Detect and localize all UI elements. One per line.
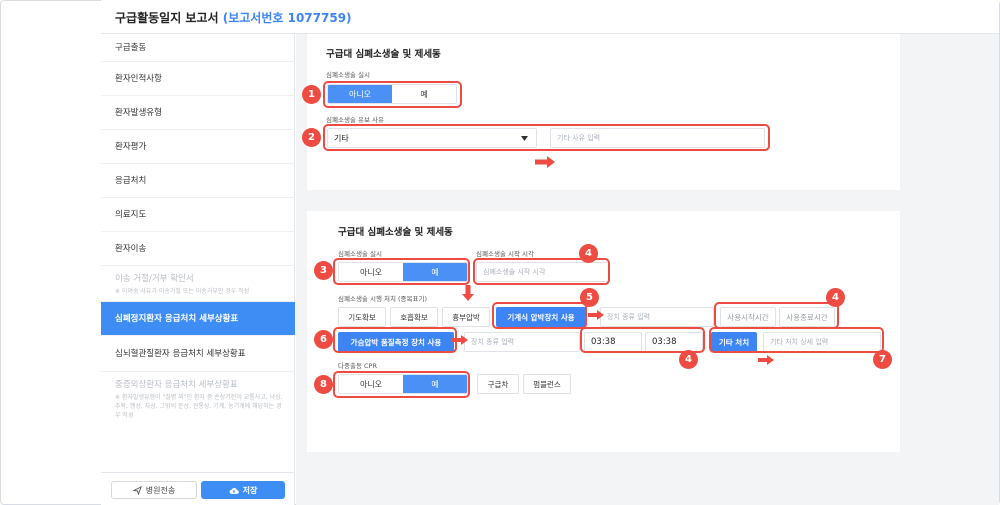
sidebar-item-trauma[interactable]: 중증외상환자 응급처치 세부상황표 ※ 환자발생유형이 "질병 외"인 환자 중…: [101, 372, 295, 436]
cpr-withhold-reason-label: 심폐소생술 유보 사유: [326, 116, 384, 124]
toggle-no[interactable]: 아니오: [328, 85, 392, 103]
withhold-reason-select[interactable]: 기타: [327, 128, 537, 148]
cpr-performed-toggle[interactable]: 아니오 예: [327, 84, 457, 104]
cpr-performed-label-2: 심폐소생술 실시: [338, 250, 382, 258]
section-title-2: 구급대 심폐소생술 및 제세동: [338, 227, 453, 238]
marker-badge: 3: [314, 261, 333, 280]
device-type-input[interactable]: 장치 종류 입력: [600, 307, 714, 327]
report-title: 구급활동일지 보고서: [115, 11, 219, 25]
sidebar-item-cardiac-arrest[interactable]: 심폐정지환자 응급처치 세부상황표: [101, 302, 295, 336]
save-label: 저장: [242, 485, 258, 495]
device-start-time-input[interactable]: 03:38: [584, 332, 642, 352]
mechanical-cpr-button[interactable]: 기계식 압박장치 사용: [496, 307, 586, 327]
chest-compression-button[interactable]: 흉부압박: [442, 307, 490, 327]
sidebar-item-dispatch[interactable]: 구급출동: [101, 34, 295, 62]
page-header: 구급활동일지 보고서 (보고서번호 1077759): [101, 0, 999, 34]
arrow-down-icon: [462, 285, 474, 301]
other-reason-input[interactable]: 기타 사유 입력: [550, 128, 765, 148]
arrow-right-icon: [452, 335, 468, 345]
marker-badge: 2: [302, 128, 321, 147]
sidebar: 구급출동 환자인적사항 환자발생유형 환자평가 응급처치 의료지도 환자이송 이…: [101, 34, 295, 505]
sidebar-item-label: 이송 거절/거부 확인서: [115, 274, 194, 284]
pumpulance-button[interactable]: 펌블런스: [523, 374, 571, 394]
marker-badge: 4: [826, 288, 845, 307]
sidebar-item-patient-info[interactable]: 환자인적사항: [101, 62, 295, 96]
cloud-upload-icon: [229, 487, 239, 494]
multi-dispatch-cpr-label: 다중출동 CPR: [338, 362, 377, 370]
sidebar-item-assessment[interactable]: 환자평가: [101, 130, 295, 164]
send-label: 병원전송: [145, 485, 176, 495]
sidebar-item-medical-direction[interactable]: 의료지도: [101, 198, 295, 232]
feedback-device-button[interactable]: 가슴압박 품질측정 장치 사용: [338, 332, 454, 352]
device-type-input-2[interactable]: 장치 종류 입력: [464, 332, 580, 352]
section-card-1: 구급대 심폐소생술 및 제세동 심폐소생술 실시 아니오 예 심폐소생술 유보 …: [307, 34, 900, 190]
send-icon: [132, 485, 142, 495]
other-treatment-detail-input[interactable]: 기타 처치 상세 입력: [763, 332, 881, 352]
sidebar-item-refusal[interactable]: 이송 거절/거부 확인서 ※ 이여송 사유가 이송거절 또는 이송거부인 경우 …: [101, 266, 295, 302]
toggle-yes[interactable]: 예: [392, 85, 456, 103]
section-title-1: 구급대 심폐소생술 및 제세동: [326, 49, 441, 60]
sidebar-item-incident-type[interactable]: 환자발생유형: [101, 96, 295, 130]
use-end-time-button[interactable]: 사용종료시간: [779, 307, 835, 327]
cpr-performed-label: 심폐소생술 실시: [326, 71, 370, 79]
sidebar-item-label: 중증외상환자 응급처치 세부상황표: [115, 380, 238, 390]
sidebar-item-first-aid[interactable]: 응급처치: [101, 164, 295, 198]
breathing-button[interactable]: 호흡확보: [390, 307, 438, 327]
marker-badge: 4: [679, 350, 698, 369]
marker-badge: 7: [873, 350, 892, 369]
arrow-right-icon: [535, 156, 555, 168]
toggle-no[interactable]: 아니오: [339, 263, 403, 281]
toggle-yes[interactable]: 예: [403, 263, 467, 281]
sidebar-item-transport[interactable]: 환자이송: [101, 232, 295, 266]
use-start-time-button[interactable]: 사용시작시간: [720, 307, 776, 327]
save-button[interactable]: 저장: [201, 481, 285, 499]
toggle-no[interactable]: 아니오: [339, 375, 403, 393]
page-title: 구급활동일지 보고서 (보고서번호 1077759): [115, 9, 352, 26]
arrow-right-icon: [758, 355, 774, 365]
marker-badge: 6: [314, 330, 333, 349]
sidebar-item-note: ※ 이여송 사유가 이송거절 또는 이송거부인 경우 작성: [115, 288, 250, 295]
marker-badge: 5: [580, 288, 599, 307]
sidebar-item-note: ※ 환자발생유형이 "질병 외"인 환자 중 손상기전이 교통사고, 낙상, 추…: [115, 394, 283, 419]
cpr-measures-label: 심폐소생술 시행 처치 (중복표기): [338, 295, 428, 303]
sidebar-item-cerebrovascular[interactable]: 심뇌혈관질환자 응급처치 세부상황표: [101, 336, 295, 372]
select-value: 기타: [334, 133, 349, 143]
cpr-performed-toggle-2[interactable]: 아니오 예: [338, 262, 468, 282]
report-number: (보고서번호 1077759): [222, 11, 352, 25]
cpr-start-time-input[interactable]: 심폐소생술 시작 시각: [476, 262, 610, 282]
chevron-down-icon: [521, 136, 528, 141]
toggle-yes[interactable]: 예: [403, 375, 467, 393]
other-treatment-button[interactable]: 기타 처치: [711, 332, 757, 352]
cpr-start-time-label: 심폐소생술 시작 시각: [476, 250, 534, 258]
device-end-time-input[interactable]: 03:38: [645, 332, 703, 352]
marker-badge: 8: [314, 375, 333, 394]
sidebar-divider: [101, 472, 295, 473]
main-content: 구급대 심폐소생술 및 제세동 심폐소생술 실시 아니오 예 심폐소생술 유보 …: [296, 34, 999, 505]
ambulance-button[interactable]: 구급차: [477, 374, 519, 394]
marker-badge: 1: [302, 85, 321, 104]
multi-dispatch-cpr-toggle[interactable]: 아니오 예: [338, 374, 468, 394]
airway-button[interactable]: 기도확보: [338, 307, 386, 327]
section-card-2: 구급대 심폐소생술 및 제세동 심폐소생술 실시 심폐소생술 시작 시각 아니오…: [307, 211, 900, 452]
send-to-hospital-button[interactable]: 병원전송: [111, 481, 197, 499]
arrow-right-icon: [588, 310, 604, 320]
marker-badge: 4: [579, 244, 598, 263]
